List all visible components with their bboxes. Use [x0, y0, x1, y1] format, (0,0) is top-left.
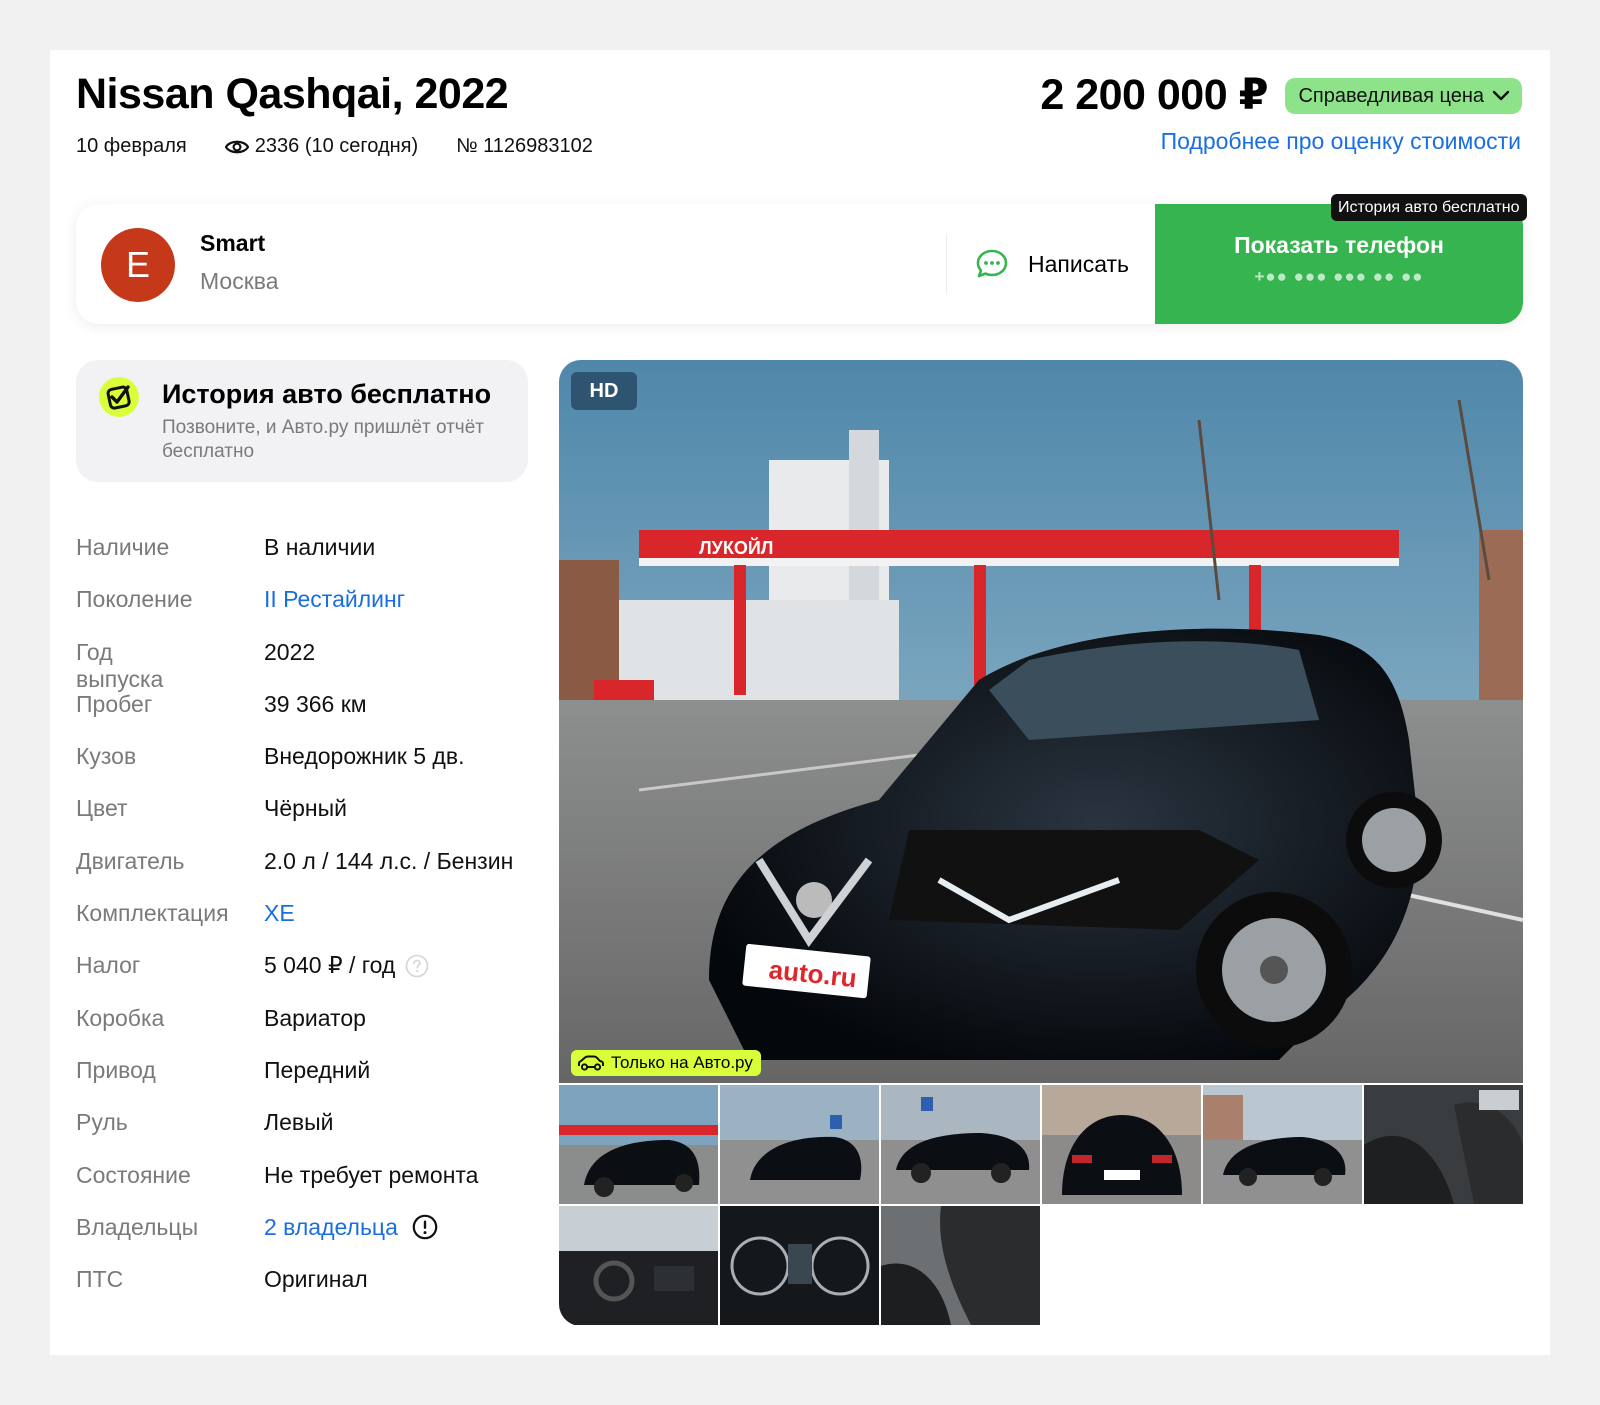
listing-title: Nissan Qashqai, 2022: [76, 70, 509, 118]
thumbnail-3[interactable]: [881, 1085, 1040, 1204]
seller-name[interactable]: Smart: [200, 230, 265, 257]
thumbnail-5[interactable]: [1203, 1085, 1362, 1204]
thumbnail-8[interactable]: [720, 1206, 879, 1325]
listing-meta: 10 февраля 2336 (10 сегодня) № 112698310…: [76, 135, 593, 158]
ad-number: № 1126983102: [456, 135, 593, 157]
history-tooltip: История авто бесплатно: [1331, 194, 1527, 221]
spec-value: Передний: [264, 1056, 371, 1083]
thumbnail-4[interactable]: [1042, 1085, 1201, 1204]
spec-value-tax: 5 040 ₽ / год: [264, 952, 429, 979]
spec-key: Двигатель: [76, 847, 185, 874]
only-badge-label: Только на Авто.ру: [611, 1053, 753, 1072]
write-message-button[interactable]: Написать: [976, 244, 1129, 284]
spec-value-owners: 2 владельца: [264, 1214, 438, 1241]
thumbnail-2[interactable]: [720, 1085, 879, 1204]
spec-value: Оригинал: [264, 1266, 368, 1293]
trim-link[interactable]: XE: [264, 900, 295, 927]
write-label: Написать: [1028, 250, 1130, 277]
seller-panel: E Smart Москва Написать Показать телефон…: [76, 204, 1523, 324]
spec-key: Налог: [76, 952, 141, 979]
history-title: История авто бесплатно: [162, 379, 492, 409]
photo-gallery: ЛУКОЙЛ auto.ru HD Только на Авто.ру: [559, 360, 1523, 1326]
views-counter: 2336 (10 сегодня): [224, 135, 419, 158]
spec-value: 2022: [264, 638, 316, 665]
views-text: 2336 (10 сегодня): [254, 135, 419, 157]
spec-key: ПТС: [76, 1266, 124, 1293]
listing-date: 10 февраля: [76, 135, 187, 157]
fair-price-badge[interactable]: Справедливая цена: [1285, 78, 1522, 114]
show-phone-button[interactable]: Показать телефон +●● ●●● ●●● ●● ●●: [1155, 204, 1523, 324]
chevron-down-icon: [1492, 90, 1510, 101]
listing-card: Nissan Qashqai, 2022 10 февраля 2336 (10…: [50, 50, 1550, 1355]
spec-key: Цвет: [76, 795, 128, 822]
price-estimate-link[interactable]: Подробнее про оценку стоимости: [1161, 128, 1521, 155]
spec-key: Руль: [76, 1109, 128, 1136]
spec-value: 39 366 км: [264, 690, 367, 717]
spec-key: Привод: [76, 1056, 156, 1083]
spec-key: Комплектация: [76, 900, 229, 927]
spec-value: 2.0 л / 144 л.с. / Бензин: [264, 847, 514, 874]
spec-key: Наличие: [76, 534, 170, 560]
price: 2 200 000 ₽: [1040, 71, 1268, 119]
seller-divider: [946, 234, 947, 294]
checkmark-report-icon: [99, 377, 139, 417]
free-history-banner[interactable]: История авто бесплатно Позвоните, и Авто…: [76, 360, 528, 482]
fair-price-label: Справедливая цена: [1298, 84, 1484, 107]
thumbnail-1[interactable]: [559, 1085, 718, 1204]
spec-key: Поколение: [76, 586, 193, 613]
main-car-photo[interactable]: ЛУКОЙЛ auto.ru: [559, 360, 1523, 1083]
spec-key: Кузов: [76, 743, 137, 770]
spec-key: Состояние: [76, 1161, 191, 1188]
hd-badge: HD: [571, 372, 637, 410]
show-phone-label: Показать телефон: [1234, 232, 1444, 258]
owners-link[interactable]: 2 владельца: [264, 1214, 398, 1241]
chat-icon: [976, 249, 1008, 278]
seller-city: Москва: [200, 268, 279, 294]
car-icon: [578, 1055, 604, 1071]
spec-value: Чёрный: [264, 795, 347, 822]
thumbnail-7[interactable]: [559, 1206, 718, 1325]
spec-value: Внедорожник 5 дв.: [264, 743, 465, 770]
spec-value: В наличии: [264, 534, 376, 560]
generation-link[interactable]: II Рестайлинг: [264, 586, 405, 613]
spec-key: Коробка: [76, 1004, 165, 1031]
tax-value: 5 040 ₽ / год: [264, 952, 396, 979]
exclamation-circle-icon[interactable]: [412, 1214, 438, 1240]
eye-icon: [224, 140, 249, 153]
spec-value: Не требует ремонта: [264, 1161, 479, 1188]
spec-value: Вариатор: [264, 1004, 366, 1031]
thumbnail-6[interactable]: [1364, 1085, 1523, 1204]
seller-avatar: E: [101, 228, 175, 302]
only-on-autoru-badge: Только на Авто.ру: [571, 1050, 761, 1076]
phone-mask: +●● ●●● ●●● ●● ●●: [1254, 267, 1424, 286]
spec-key: Год выпуска: [76, 638, 164, 692]
thumbnail-9[interactable]: [881, 1206, 1040, 1325]
station-sign: ЛУКОЙЛ: [699, 537, 773, 558]
spec-value: Левый: [264, 1109, 334, 1136]
help-icon[interactable]: [405, 954, 429, 978]
spec-key: Владельцы: [76, 1213, 199, 1240]
history-subtitle: Позвоните, и Авто.ру пришлёт отчёт беспл…: [162, 417, 484, 462]
spec-key: Пробег: [76, 690, 153, 717]
